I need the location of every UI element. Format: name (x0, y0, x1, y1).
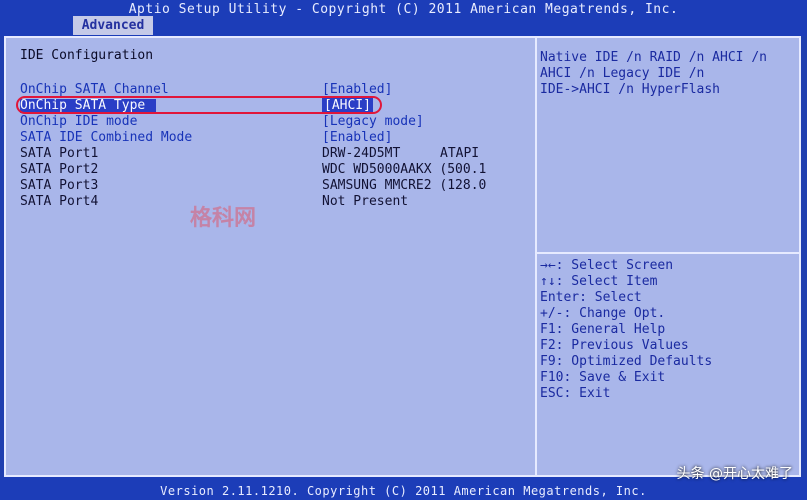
key-legend-item: Enter: Select (540, 290, 642, 305)
setting-label: SATA Port4 (20, 194, 99, 209)
help-line: IDE->AHCI /n HyperFlash (540, 82, 721, 97)
setting-value[interactable]: [Enabled] (322, 82, 392, 98)
key-legend-item: F1: General Help (540, 322, 666, 337)
attribution-watermark: 头条 @开心太难了 (676, 466, 793, 482)
setting-value: Not Present (322, 194, 409, 209)
footer-version: Version 2.11.1210. Copyright (C) 2011 Am… (160, 484, 647, 498)
tab-advanced[interactable]: Advanced (73, 16, 153, 35)
key-legend-item: F2: Previous Values (540, 338, 689, 353)
help-line: Native IDE /n RAID /n AHCI /n (540, 50, 767, 65)
setting-value: WDC WD5000AAKX (500.1 (322, 162, 487, 177)
key-legend-item: →←: Select Screen (540, 258, 674, 273)
key-legend-item: F10: Save & Exit (540, 370, 666, 385)
setting-value: SAMSUNG MMCRE2 (128.0 (322, 178, 487, 193)
help-text: Native IDE /n RAID /n AHCI /n AHCI /n Le… (540, 50, 790, 98)
setting-label: SATA Port3 (20, 178, 99, 193)
help-line: AHCI /n Legacy IDE /n (540, 66, 705, 81)
setting-label: SATA IDE Combined Mode (20, 130, 193, 145)
setting-label: OnChip SATA Type (20, 98, 146, 113)
setting-value[interactable]: [AHCI] (322, 98, 373, 114)
setting-label: SATA Port1 (20, 146, 99, 161)
panel-divider-horizontal (537, 252, 799, 254)
key-legend: →←: Select Screen ↑↓: Select Item Enter:… (540, 258, 790, 402)
watermark: 格科网 (190, 206, 257, 231)
key-legend-item: +/-: Change Opt. (540, 306, 666, 321)
app-title: Aptio Setup Utility - Copyright (C) 2011… (128, 2, 679, 17)
key-legend-item: ESC: Exit (540, 386, 611, 401)
setting-value[interactable]: [Legacy mode] (322, 114, 424, 130)
setting-extra: ATAPI (440, 146, 480, 161)
setting-label: OnChip IDE mode (20, 114, 138, 129)
section-title: IDE Configuration (20, 48, 154, 63)
setting-value: DRW-24D5MT (322, 146, 401, 161)
key-legend-item: F9: Optimized Defaults (540, 354, 713, 369)
key-legend-item: ↑↓: Select Item (540, 274, 658, 289)
setting-label: OnChip SATA Channel (20, 82, 169, 97)
panel-divider-vertical (535, 38, 537, 475)
setting-value[interactable]: [Enabled] (322, 130, 392, 146)
setting-label: SATA Port2 (20, 162, 99, 177)
